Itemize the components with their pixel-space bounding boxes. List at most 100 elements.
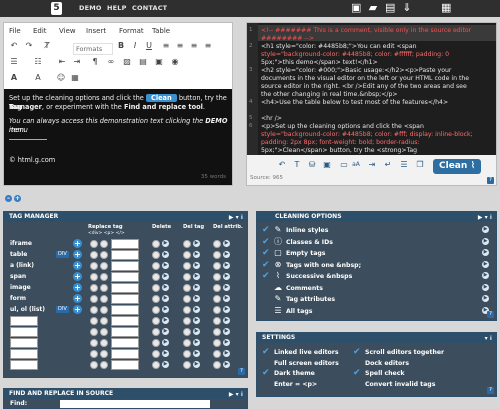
arrow-icon[interactable]: ▶: [162, 328, 169, 335]
expand-icon[interactable]: +: [14, 195, 21, 202]
cleaning-option[interactable]: ✔ ✎ Inline styles ▶: [257, 225, 497, 236]
arrow-icon[interactable]: ▶: [223, 240, 230, 247]
arrow-icon[interactable]: ▶: [223, 317, 230, 324]
bullet-list-icon[interactable]: ☰: [9, 57, 19, 67]
menu-format[interactable]: Format: [119, 27, 144, 35]
del-attrib-radio[interactable]: [213, 339, 221, 347]
undo-icon[interactable]: ↶: [277, 160, 287, 170]
clear-format-icon[interactable]: Ⱦ: [42, 41, 52, 51]
delete-radio[interactable]: [152, 251, 160, 259]
del-attrib-radio[interactable]: [213, 328, 221, 336]
nav-help[interactable]: HELP: [107, 4, 127, 12]
cleaning-option[interactable]: ✎ Tag attributes ▶: [257, 294, 497, 305]
bold-icon[interactable]: B: [116, 41, 126, 51]
nav-contact[interactable]: CONTACT: [132, 4, 167, 12]
checkmark-icon[interactable]: ✔: [262, 271, 270, 281]
del-attrib-radio[interactable]: [213, 273, 221, 281]
replace-tag-input[interactable]: [111, 327, 139, 337]
arrow-icon[interactable]: ▶: [223, 306, 230, 313]
del-attrib-radio[interactable]: [213, 251, 221, 259]
del-attrib-radio[interactable]: [213, 295, 221, 303]
arrow-icon[interactable]: ▶: [223, 284, 230, 291]
redo-icon[interactable]: ↷: [24, 41, 34, 51]
replace-radio[interactable]: [90, 240, 98, 248]
arrow-icon[interactable]: ▶: [193, 339, 200, 346]
arrow-icon[interactable]: ▶: [223, 350, 230, 357]
div-badge[interactable]: DIV: [56, 306, 69, 313]
arrow-icon[interactable]: ▶: [482, 272, 489, 279]
add-icon[interactable]: +: [73, 261, 82, 270]
replace-radio[interactable]: [100, 328, 108, 336]
delete-radio[interactable]: [152, 306, 160, 314]
formats-dropdown[interactable]: Formats: [73, 43, 113, 55]
compress-icon[interactable]: ▣: [322, 160, 332, 170]
arrow-icon[interactable]: ▶: [193, 273, 200, 280]
delete-radio[interactable]: [152, 328, 160, 336]
arrow-icon[interactable]: ▶: [223, 251, 230, 258]
checkmark-icon[interactable]: ✔: [262, 347, 270, 357]
font-size-icon[interactable]: aA: [351, 160, 361, 170]
panel-controls-icon[interactable]: ▾ ⁞: [485, 334, 492, 344]
arrow-icon[interactable]: ▶: [162, 306, 169, 313]
replace-radio[interactable]: [100, 317, 108, 325]
arrow-icon[interactable]: ▶: [193, 240, 200, 247]
del-attrib-radio[interactable]: [213, 262, 221, 270]
outdent-icon[interactable]: ⇤: [57, 57, 67, 67]
arrow-icon[interactable]: ▶: [193, 251, 200, 258]
arrow-icon[interactable]: ▶: [193, 262, 200, 269]
arrow-icon[interactable]: ▶: [223, 295, 230, 302]
replace-radio[interactable]: [90, 328, 98, 336]
setting-option[interactable]: Convert invalid tags: [348, 379, 468, 390]
arrow-icon[interactable]: ▶: [162, 251, 169, 258]
numbered-list-icon[interactable]: ☷: [33, 57, 43, 67]
font-size-icon[interactable]: ▭: [339, 160, 349, 170]
align-right-icon[interactable]: ≡: [189, 41, 199, 51]
print-icon[interactable]: ▤: [138, 57, 148, 67]
del-tag-radio[interactable]: [183, 295, 191, 303]
add-icon[interactable]: +: [73, 272, 82, 281]
setting-option[interactable]: ✔ Spell check: [348, 368, 468, 379]
save-icon[interactable]: ▣: [351, 2, 361, 13]
list-icon[interactable]: ☰: [399, 160, 409, 170]
arrow-icon[interactable]: ▶: [482, 283, 489, 291]
replace-radio[interactable]: [100, 240, 108, 248]
checkmark-icon[interactable]: ✔: [262, 248, 270, 258]
image-icon[interactable]: ▨: [122, 57, 132, 67]
download-icon[interactable]: ⇓: [402, 2, 412, 13]
add-icon[interactable]: +: [73, 305, 82, 314]
arrow-icon[interactable]: ▶: [193, 284, 200, 291]
emoticon-icon[interactable]: ☺: [56, 73, 66, 83]
arrow-icon[interactable]: ▶: [162, 240, 169, 247]
replace-radio[interactable]: [90, 317, 98, 325]
cleaning-option[interactable]: ✔ ⌇ Successive &nbsps ▶: [257, 271, 497, 282]
arrow-icon[interactable]: ▶: [223, 339, 230, 346]
del-tag-radio[interactable]: [183, 328, 191, 336]
cleaning-option[interactable]: ✔ ⊗ Tags with one &nbsp; ▶: [257, 260, 497, 271]
undo-icon[interactable]: ↶: [9, 41, 19, 51]
panel-controls-icon[interactable]: ▶ ▾ ⁞: [478, 213, 492, 223]
align-left-icon[interactable]: ≡: [161, 41, 171, 51]
add-icon[interactable]: +: [73, 294, 82, 303]
replace-radio[interactable]: [90, 262, 98, 270]
replace-tag-input[interactable]: [111, 272, 139, 282]
del-tag-radio[interactable]: [183, 251, 191, 259]
replace-tag-input[interactable]: [111, 261, 139, 271]
replace-tag-input[interactable]: [111, 349, 139, 359]
arrow-icon[interactable]: ▶: [482, 249, 489, 256]
replace-radio[interactable]: [90, 361, 98, 369]
delete-radio[interactable]: [152, 273, 160, 281]
replace-radio[interactable]: [100, 251, 108, 259]
menu-insert[interactable]: Insert: [86, 27, 106, 35]
div-badge[interactable]: DIV: [56, 251, 69, 258]
del-tag-radio[interactable]: [183, 339, 191, 347]
del-attrib-radio[interactable]: [213, 240, 221, 248]
del-attrib-radio[interactable]: [213, 317, 221, 325]
italic-icon[interactable]: I: [130, 41, 140, 51]
panel-controls-icon[interactable]: ▶ ▾ ⁞: [229, 390, 243, 400]
arrow-icon[interactable]: ▶: [223, 361, 230, 368]
preview-icon[interactable]: ◉: [170, 57, 180, 67]
replace-radio[interactable]: [90, 251, 98, 259]
wrap-icon[interactable]: ↵: [383, 160, 393, 170]
arrow-icon[interactable]: ▶: [162, 339, 169, 346]
replace-radio[interactable]: [90, 295, 98, 303]
